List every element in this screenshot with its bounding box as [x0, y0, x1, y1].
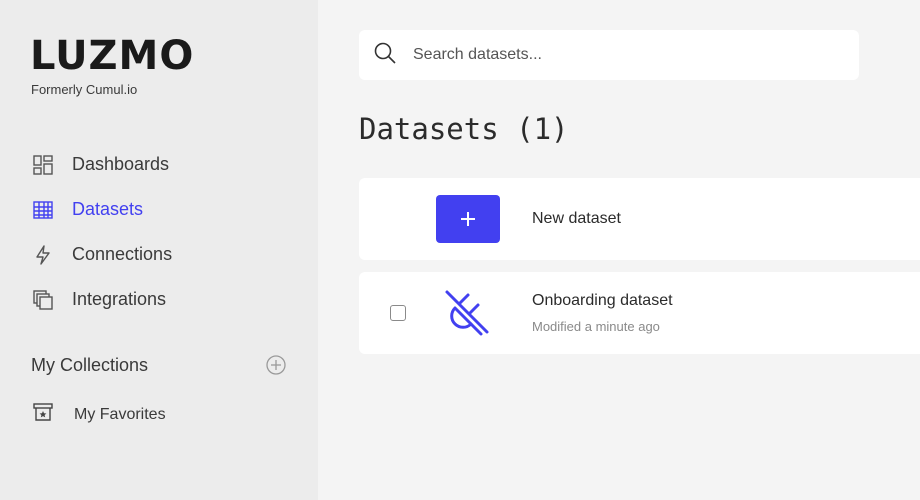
- logo-subtitle: Formerly Cumul.io: [31, 82, 138, 97]
- sidebar-item-dashboards[interactable]: Dashboards: [30, 142, 172, 187]
- sidebar-item-label: Datasets: [72, 199, 144, 219]
- main-content: Datasets (1) New dataset Onboarding data…: [318, 0, 920, 500]
- favorites-label: My Favorites: [74, 405, 166, 423]
- dataset-row[interactable]: Onboarding dataset Modified a minute ago: [359, 272, 920, 354]
- sidebar-item-label: Dashboards: [72, 154, 170, 174]
- plug-icon: [441, 286, 495, 340]
- sidebar-item-label: Integrations: [72, 289, 167, 309]
- sidebar-item-connections[interactable]: Connections: [30, 232, 172, 277]
- search-input[interactable]: [413, 46, 833, 64]
- lightning-icon: [30, 242, 56, 268]
- logo-text: LUZMO: [30, 33, 195, 79]
- dataset-modified: Modified a minute ago: [532, 319, 660, 334]
- sidebar: LUZMO Formerly Cumul.io Dashboards Datas…: [0, 0, 318, 500]
- stacked-squares-icon: [30, 287, 56, 313]
- search-icon: [373, 41, 397, 70]
- dataset-checkbox[interactable]: [390, 305, 406, 321]
- sidebar-item-datasets[interactable]: Datasets: [30, 187, 172, 232]
- new-dataset-card[interactable]: New dataset: [359, 178, 920, 260]
- add-collection-button[interactable]: [265, 354, 287, 376]
- page-title: Datasets (1): [359, 112, 569, 146]
- sidebar-item-favorites[interactable]: My Favorites: [32, 401, 166, 428]
- plus-icon: [461, 212, 475, 226]
- table-icon: [30, 197, 56, 223]
- luzmo-logo[interactable]: LUZMO: [30, 36, 194, 76]
- favorites-box-icon: [32, 401, 54, 428]
- new-dataset-label[interactable]: New dataset: [532, 210, 621, 228]
- collections-heading: My Collections: [31, 355, 149, 375]
- sidebar-item-label: Connections: [72, 244, 173, 264]
- new-dataset-button[interactable]: [436, 195, 500, 243]
- plus-circle-icon: [266, 355, 286, 375]
- dataset-name[interactable]: Onboarding dataset: [532, 292, 673, 310]
- dashboard-icon: [30, 152, 56, 178]
- sidebar-item-integrations[interactable]: Integrations: [30, 277, 172, 322]
- sidebar-nav: Dashboards Datasets Connections Integrat…: [30, 142, 172, 322]
- search-bar[interactable]: [359, 30, 859, 80]
